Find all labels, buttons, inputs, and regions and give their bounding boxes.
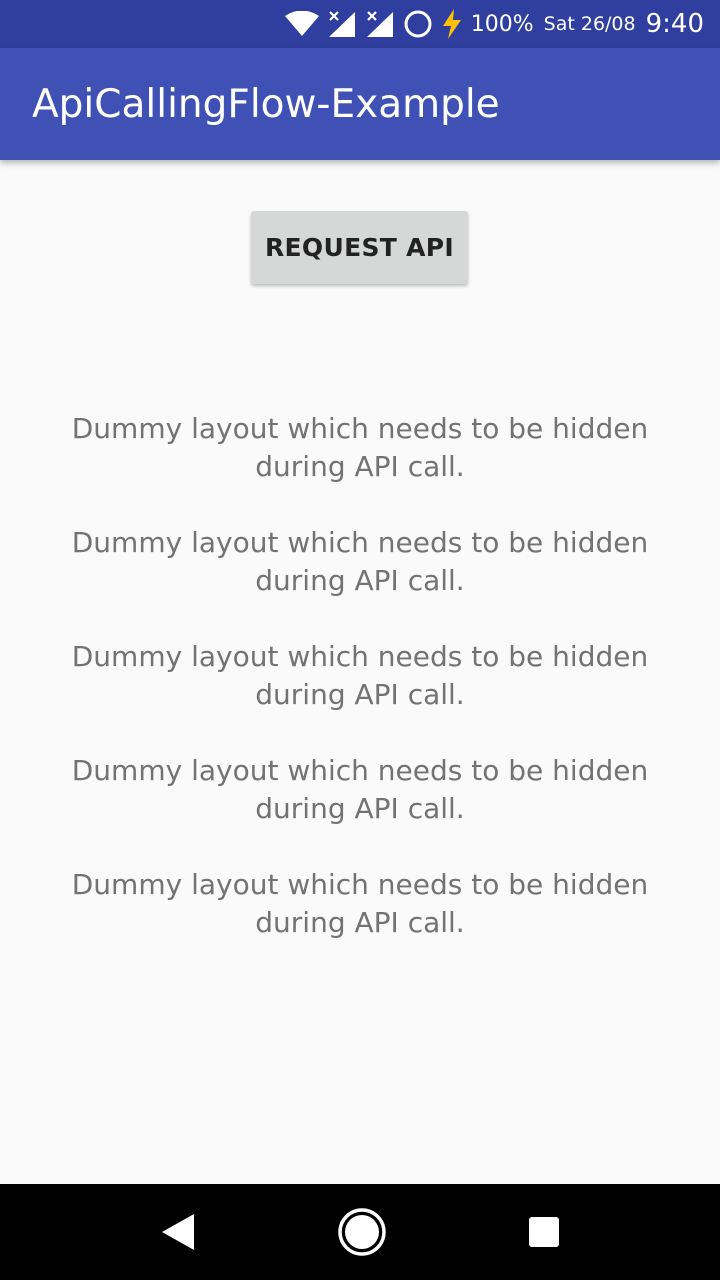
app-bar: ApiCallingFlow-Example xyxy=(0,48,720,160)
sync-circle-icon xyxy=(403,9,433,39)
battery-percent: 100% xyxy=(470,11,534,37)
dummy-text: Dummy layout which needs to be hidden du… xyxy=(71,640,649,711)
signal-icon xyxy=(365,10,395,38)
recents-icon[interactable] xyxy=(528,1216,560,1248)
back-icon[interactable] xyxy=(160,1212,196,1252)
app-screen: 100% Sat 26/08 9:40 ApiCallingFlow-Examp… xyxy=(0,0,720,1280)
signal-icon xyxy=(327,10,357,38)
charging-icon xyxy=(441,9,463,39)
dummy-text: Dummy layout which needs to be hidden du… xyxy=(71,412,649,483)
status-date: Sat 26/08 xyxy=(543,13,636,35)
dummy-layout: Dummy layout which needs to be hidden du… xyxy=(40,410,680,980)
dummy-text: Dummy layout which needs to be hidden du… xyxy=(71,526,649,597)
status-time: 9:40 xyxy=(645,9,704,39)
status-bar: 100% Sat 26/08 9:40 xyxy=(0,0,720,48)
dummy-text: Dummy layout which needs to be hidden du… xyxy=(71,868,649,939)
main-content: REQUEST API Dummy layout which needs to … xyxy=(0,160,720,1184)
navigation-bar xyxy=(0,1184,720,1280)
app-title: ApiCallingFlow-Example xyxy=(32,81,500,127)
dummy-text: Dummy layout which needs to be hidden du… xyxy=(71,754,649,825)
wifi-icon xyxy=(284,11,319,37)
home-icon[interactable] xyxy=(337,1207,387,1257)
request-api-button[interactable]: REQUEST API xyxy=(251,211,468,284)
